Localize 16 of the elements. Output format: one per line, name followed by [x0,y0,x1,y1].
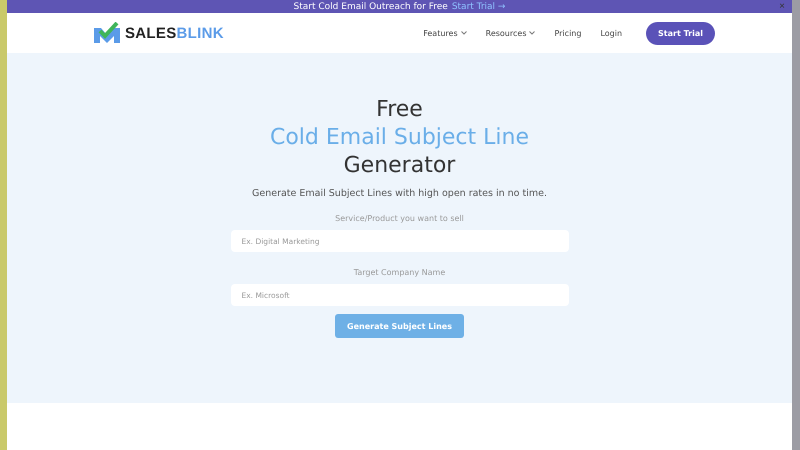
banner-text: Start Cold Email Outreach for Free [294,2,448,12]
nav-link[interactable]: Login [600,28,622,38]
heading-line: Free [376,96,423,124]
logo-icon[interactable] [93,22,121,44]
subtitle: Generate Email Subject Lines with high open rates in no time. [252,188,547,199]
heading-line: Generator [344,152,456,180]
field-label: Service/Product you want to sell [335,214,464,223]
caret-icon [460,31,467,35]
caret-icon [529,31,536,35]
nav-link[interactable]: Pricing [554,28,582,38]
nav-link[interactable]: Features [423,28,467,38]
nav-link[interactable]: Resources [486,28,536,38]
logo-text[interactable]: SALESBLINK [125,24,224,42]
field-label: Target Company Name [354,268,446,277]
start-trial-button[interactable]: Start Trial [646,22,715,44]
heading-line: Cold Email Subject Line [270,124,529,152]
